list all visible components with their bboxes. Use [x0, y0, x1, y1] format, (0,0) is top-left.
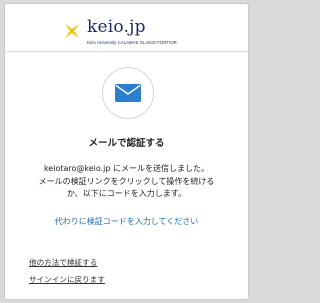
logo-tagline: Keio University CALAMVS GLADIO FORTIOR [87, 40, 177, 45]
keio-logo-mark-icon [65, 24, 79, 38]
message-line: か、以下にコードを入力します。 [66, 189, 187, 198]
other-method-link[interactable]: 他の方法で検証する [29, 257, 97, 268]
page-title: メールで認証する [88, 138, 165, 149]
enter-code-link[interactable]: 代わりに検証コードを入力してください [5, 216, 248, 227]
verify-card: keio.jp Keio University CALAMVS GLADIO F… [4, 3, 249, 300]
verification-message: keiotaro@keio.jp にメールを送信しました。 メールの検証リンクを… [5, 163, 248, 201]
logo-name: keio.jp [87, 17, 146, 37]
mail-icon [115, 84, 141, 102]
message-line: メールの検証リンクをクリックして操作を続ける [38, 176, 215, 186]
header: keio.jp Keio University CALAMVS GLADIO F… [5, 4, 248, 52]
back-to-signin-link[interactable]: サインインに戻ります [29, 274, 105, 285]
message-line: keiotaro@keio.jp にメールを送信しました。 [43, 164, 210, 173]
mail-icon-circle [102, 67, 154, 119]
